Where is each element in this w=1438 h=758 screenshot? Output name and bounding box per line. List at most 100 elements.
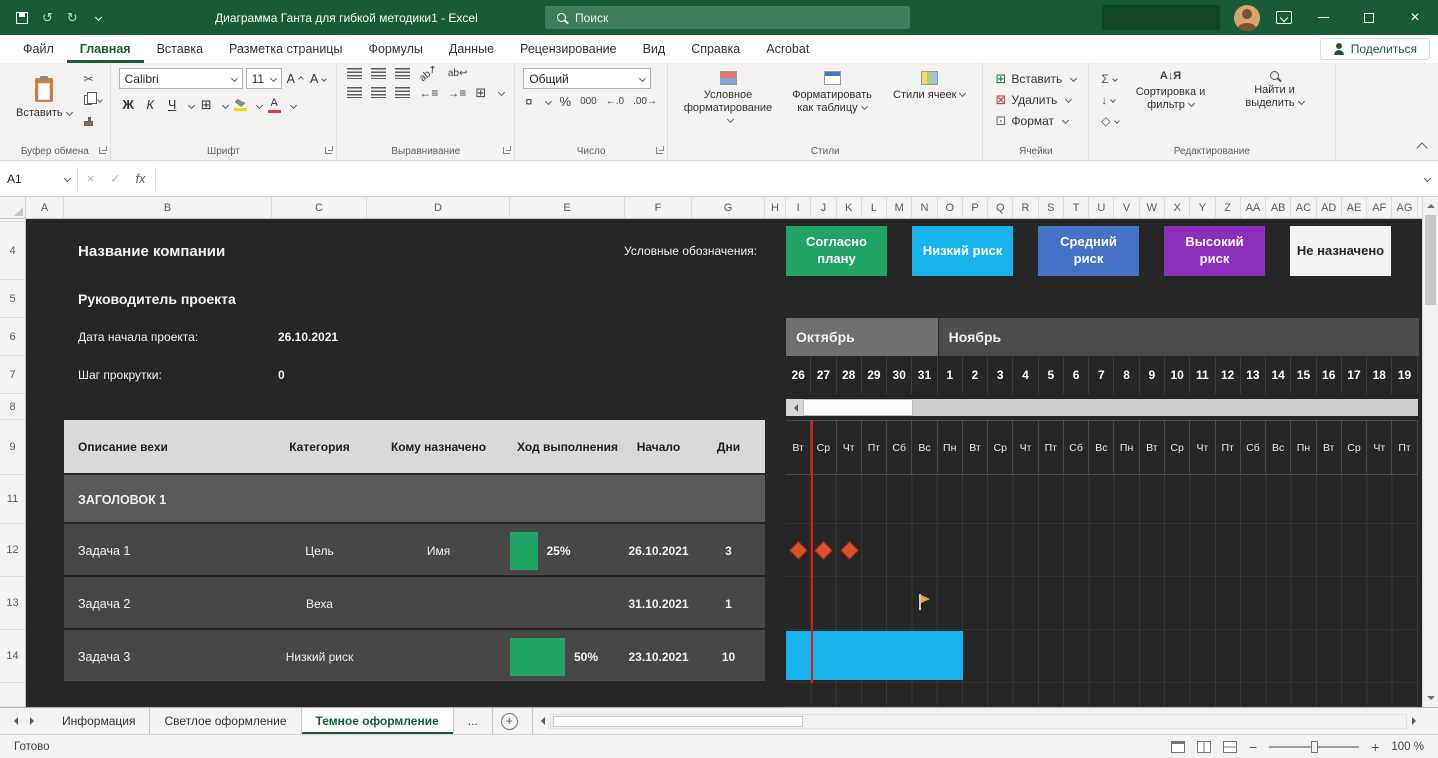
percent-style-button[interactable]: % (560, 95, 572, 108)
ribbon-tab[interactable]: Файл (10, 35, 67, 63)
section-title-cell[interactable]: ЗАГОЛОВОК 1 (64, 475, 765, 524)
task-assignee-cell[interactable] (367, 630, 510, 683)
gantt-task-row[interactable] (786, 630, 1418, 683)
column-header-Q[interactable]: Q (988, 197, 1014, 218)
weekday-cell[interactable]: Пт (1215, 420, 1241, 475)
column-header-H[interactable]: H (765, 197, 786, 218)
clear-button[interactable]: ◇ (1101, 113, 1120, 128)
header-progress[interactable]: Ход выполнения (510, 420, 625, 475)
select-all-corner[interactable] (0, 197, 26, 218)
day-number-cell[interactable]: 13 (1241, 356, 1267, 394)
minimize-button[interactable] (1300, 0, 1346, 35)
format-painter-button[interactable] (83, 113, 102, 128)
column-header-AB[interactable]: AB (1266, 197, 1292, 218)
weekday-cell[interactable]: Ср (811, 420, 837, 475)
decrease-font-button[interactable]: А (308, 69, 328, 89)
column-header-W[interactable]: W (1140, 197, 1165, 218)
dialog-launcher-icon[interactable] (98, 146, 107, 154)
fill-button[interactable]: ↓ (1101, 92, 1118, 107)
align-center-icon[interactable] (371, 87, 387, 98)
weekday-cell[interactable]: Пт (1392, 420, 1418, 475)
day-number-cell[interactable]: 2 (963, 356, 989, 394)
delete-cells-button[interactable]: ⊠ Удалить (991, 89, 1080, 110)
vertical-scroll-track[interactable] (1423, 306, 1438, 690)
conditional-formatting-button[interactable]: Условное форматирование (676, 68, 780, 132)
ribbon-tab[interactable]: Формулы (355, 35, 435, 63)
gantt-scrollbar[interactable] (786, 399, 1418, 416)
day-number-cell[interactable]: 8 (1114, 356, 1140, 394)
day-number-cell[interactable]: 19 (1392, 356, 1418, 394)
task-category-cell[interactable]: Низкий риск (272, 630, 367, 683)
column-header-AD[interactable]: AD (1317, 197, 1342, 218)
scroll-up-button[interactable] (1423, 197, 1438, 214)
legend-badge[interactable]: Низкий риск (912, 226, 1013, 276)
column-header-AF[interactable]: AF (1367, 197, 1393, 218)
column-header-G[interactable]: G (692, 197, 765, 218)
column-header-A[interactable]: A (26, 197, 64, 218)
search-input[interactable] (575, 10, 855, 25)
dialog-launcher-icon[interactable] (656, 146, 664, 154)
company-name-cell[interactable]: Название компании (64, 222, 624, 280)
legend-badge[interactable]: Высокий риск (1164, 226, 1265, 276)
borders-button[interactable]: ⊞ (197, 95, 216, 115)
column-header-X[interactable]: X (1165, 197, 1191, 218)
sheet-tab-dark-theme[interactable]: Темное оформление (301, 708, 454, 734)
bold-button[interactable]: Ж (119, 95, 138, 115)
weekday-cell[interactable]: Вт (1316, 420, 1342, 475)
project-manager-cell[interactable]: Руководитель проекта (64, 280, 236, 318)
day-number-cell[interactable]: 12 (1216, 356, 1241, 394)
weekday-cell[interactable]: Чт (1190, 420, 1216, 475)
zoom-level[interactable]: 100 % (1391, 741, 1424, 753)
number-format-combo[interactable]: Общий (523, 68, 652, 89)
format-as-table-button[interactable]: Форматировать как таблицу (780, 68, 884, 132)
vertical-scroll-thumb[interactable] (1425, 215, 1436, 305)
align-right-icon[interactable] (395, 87, 411, 98)
gantt-task-row[interactable] (786, 524, 1418, 577)
horizontal-scroll-thumb[interactable] (552, 715, 803, 727)
column-header-AE[interactable]: AE (1342, 197, 1368, 218)
row-header-11[interactable]: 11 (0, 475, 25, 524)
header-milestone-description[interactable]: Описание вехи (64, 420, 272, 475)
task-name-cell[interactable]: Задача 1 (64, 524, 272, 577)
ribbon-tab[interactable]: Acrobat (753, 35, 822, 63)
dialog-launcher-icon[interactable] (325, 146, 334, 154)
zoom-slider-thumb[interactable] (1311, 740, 1319, 753)
column-header-U[interactable]: U (1089, 197, 1115, 218)
row-header-13[interactable]: 13 (0, 577, 25, 630)
qat-customize-button[interactable] (92, 13, 102, 22)
weekday-cell[interactable]: Вс (1266, 420, 1292, 475)
gantt-scroll-thumb[interactable] (803, 399, 913, 416)
ribbon-tab[interactable]: Справка (678, 35, 753, 63)
increase-font-button[interactable]: А (285, 69, 305, 89)
scroll-down-button[interactable] (1423, 690, 1438, 707)
start-date-label-cell[interactable]: Дата начала проекта: (64, 318, 272, 356)
ribbon-tab[interactable]: Вид (630, 35, 679, 63)
task-name-cell[interactable]: Задача 2 (64, 577, 272, 630)
day-number-cell[interactable]: 7 (1089, 356, 1115, 394)
fill-color-button[interactable] (231, 95, 250, 115)
scroll-step-value-cell[interactable]: 0 (272, 356, 367, 394)
enter-button[interactable]: ✓ (103, 171, 128, 187)
column-header-E[interactable]: E (510, 197, 625, 218)
cell-a4[interactable] (26, 222, 64, 280)
task-progress-cell[interactable] (510, 577, 625, 630)
column-header-R[interactable]: R (1013, 197, 1039, 218)
task-start-cell[interactable]: 31.10.2021 (625, 577, 692, 630)
column-header-F[interactable]: F (625, 197, 692, 218)
gantt-section-row[interactable] (786, 475, 1418, 524)
normal-view-button[interactable] (1171, 740, 1186, 753)
save-button[interactable] (16, 11, 28, 24)
column-header-L[interactable]: L (862, 197, 888, 218)
header-days[interactable]: Дни (692, 420, 765, 475)
weekday-cell[interactable]: Пн (1291, 420, 1317, 475)
day-number-cell[interactable]: 31 (912, 356, 938, 394)
day-number-cell[interactable]: 10 (1165, 356, 1191, 394)
day-number-cell[interactable]: 29 (862, 356, 888, 394)
day-number-cell[interactable]: 5 (1039, 356, 1064, 394)
collapse-ribbon-icon[interactable] (1416, 142, 1428, 154)
weekday-cell[interactable]: Ср (1341, 420, 1368, 475)
column-header-D[interactable]: D (367, 197, 510, 218)
ribbon-display-options-button[interactable] (1276, 11, 1292, 24)
sheet-nav-left-icon[interactable] (10, 717, 18, 725)
italic-button[interactable]: К (141, 95, 160, 115)
